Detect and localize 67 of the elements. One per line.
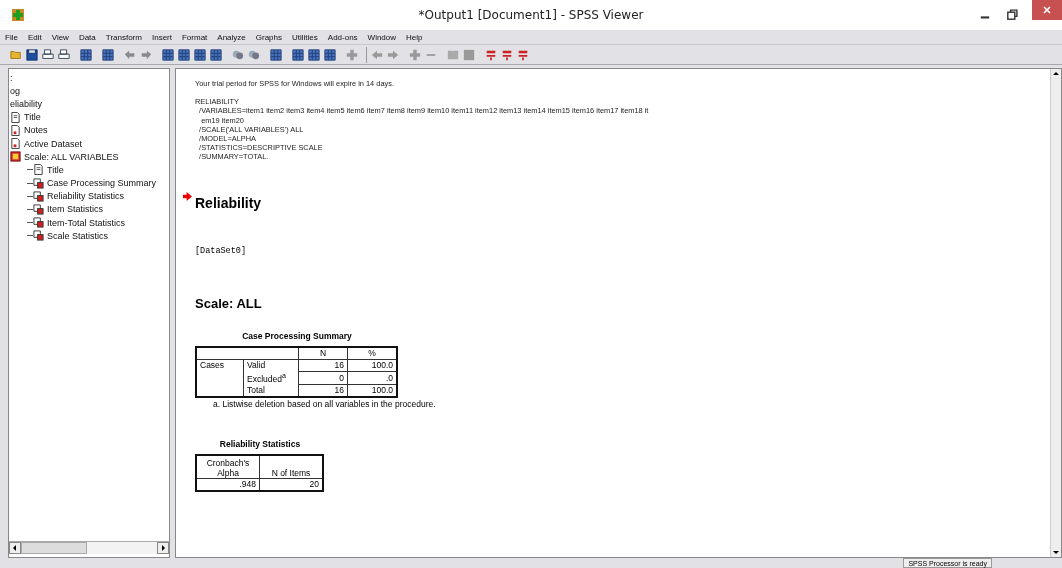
outline-item[interactable]: Active Dataset — [24, 138, 83, 149]
table-icon[interactable] — [485, 48, 497, 61]
outline-item[interactable]: Notes — [24, 125, 48, 136]
row-label: Excluded$^{a}$ — [247, 373, 286, 384]
table-page-icon — [33, 217, 44, 229]
menu-item[interactable]: Edit — [27, 32, 42, 42]
circles-icon[interactable] — [248, 48, 260, 61]
table-cell: 16 — [298, 359, 348, 372]
row-group-label: Cases — [200, 359, 225, 370]
outline-item[interactable]: Scale Statistics — [47, 230, 109, 241]
table-page-icon — [33, 230, 44, 242]
menu-item[interactable]: Graphs — [255, 32, 282, 42]
footnote: a. Listwise deletion based on all variables in the procedure. — [213, 399, 437, 410]
menu-item[interactable]: Analyze — [217, 32, 246, 42]
table-title: Reliability Statistics — [218, 439, 302, 450]
close-icon — [1042, 5, 1052, 15]
menu-item[interactable]: Format — [181, 32, 208, 42]
scroll-thumb[interactable] — [21, 542, 87, 554]
outline-item[interactable]: og — [10, 85, 20, 96]
outline-item[interactable]: Title — [47, 164, 64, 175]
arrow-icon — [183, 191, 192, 201]
menu-item[interactable]: View — [51, 32, 69, 42]
menu-item[interactable]: File — [5, 32, 18, 42]
outline-item[interactable]: Scale: ALL VARIABLES — [24, 151, 119, 162]
scroll-left-icon[interactable] — [9, 542, 21, 554]
save-icon[interactable] — [26, 48, 38, 61]
dataset-label: [DataSet0] — [195, 245, 247, 256]
print-icon[interactable] — [42, 48, 54, 61]
table-page-icon — [33, 177, 44, 189]
table-cell: 100.0 — [347, 359, 397, 372]
column-header: Cronbach's Alpha — [196, 455, 260, 479]
redo-icon[interactable] — [140, 48, 152, 61]
table-page-icon — [33, 203, 44, 215]
outline-item[interactable]: Case Processing Summary — [47, 178, 157, 189]
row-label: Valid — [247, 359, 266, 370]
section-heading: Reliability — [195, 194, 262, 211]
table-title: Case Processing Summary — [241, 330, 353, 341]
print-preview-icon[interactable] — [58, 48, 70, 61]
outline-item[interactable]: Title — [24, 112, 41, 123]
menu-item[interactable]: Utilities — [292, 32, 318, 42]
outline-item[interactable]: eliability — [10, 98, 42, 109]
column-header: N — [298, 346, 348, 360]
outline-item[interactable]: Reliability Statistics — [47, 191, 125, 202]
section-heading: Scale: ALL — [195, 295, 263, 311]
table-icon[interactable] — [501, 48, 513, 61]
outline-item[interactable]: Item-Total Statistics — [47, 217, 126, 228]
table-icon[interactable] — [517, 48, 529, 61]
outline-item[interactable]: Item Statistics — [47, 204, 103, 215]
window-title: *Output1 [Document1] - SPSS Viewer — [417, 8, 645, 22]
row-label: Total — [247, 385, 265, 396]
table-page-icon — [33, 190, 44, 202]
menu-item[interactable]: Transform — [105, 32, 142, 42]
menu-item[interactable]: Data — [78, 32, 96, 42]
close-button[interactable] — [1032, 0, 1062, 20]
data-grid-icon[interactable] — [162, 48, 174, 61]
restore-icon[interactable] — [1005, 8, 1019, 22]
table-cell: 0 — [298, 371, 348, 385]
menu-item[interactable]: Help — [406, 32, 423, 42]
menu-item[interactable]: Window — [367, 32, 397, 42]
outline-item[interactable]: : — [10, 72, 13, 83]
grid-icon[interactable] — [292, 48, 304, 61]
undo-icon[interactable] — [124, 48, 136, 61]
scroll-right-icon[interactable] — [157, 542, 169, 554]
menu-item[interactable]: Insert — [151, 32, 172, 42]
circles-icon[interactable] — [232, 48, 244, 61]
menu-item[interactable]: Add-ons — [327, 32, 358, 42]
app-icon — [12, 9, 24, 21]
